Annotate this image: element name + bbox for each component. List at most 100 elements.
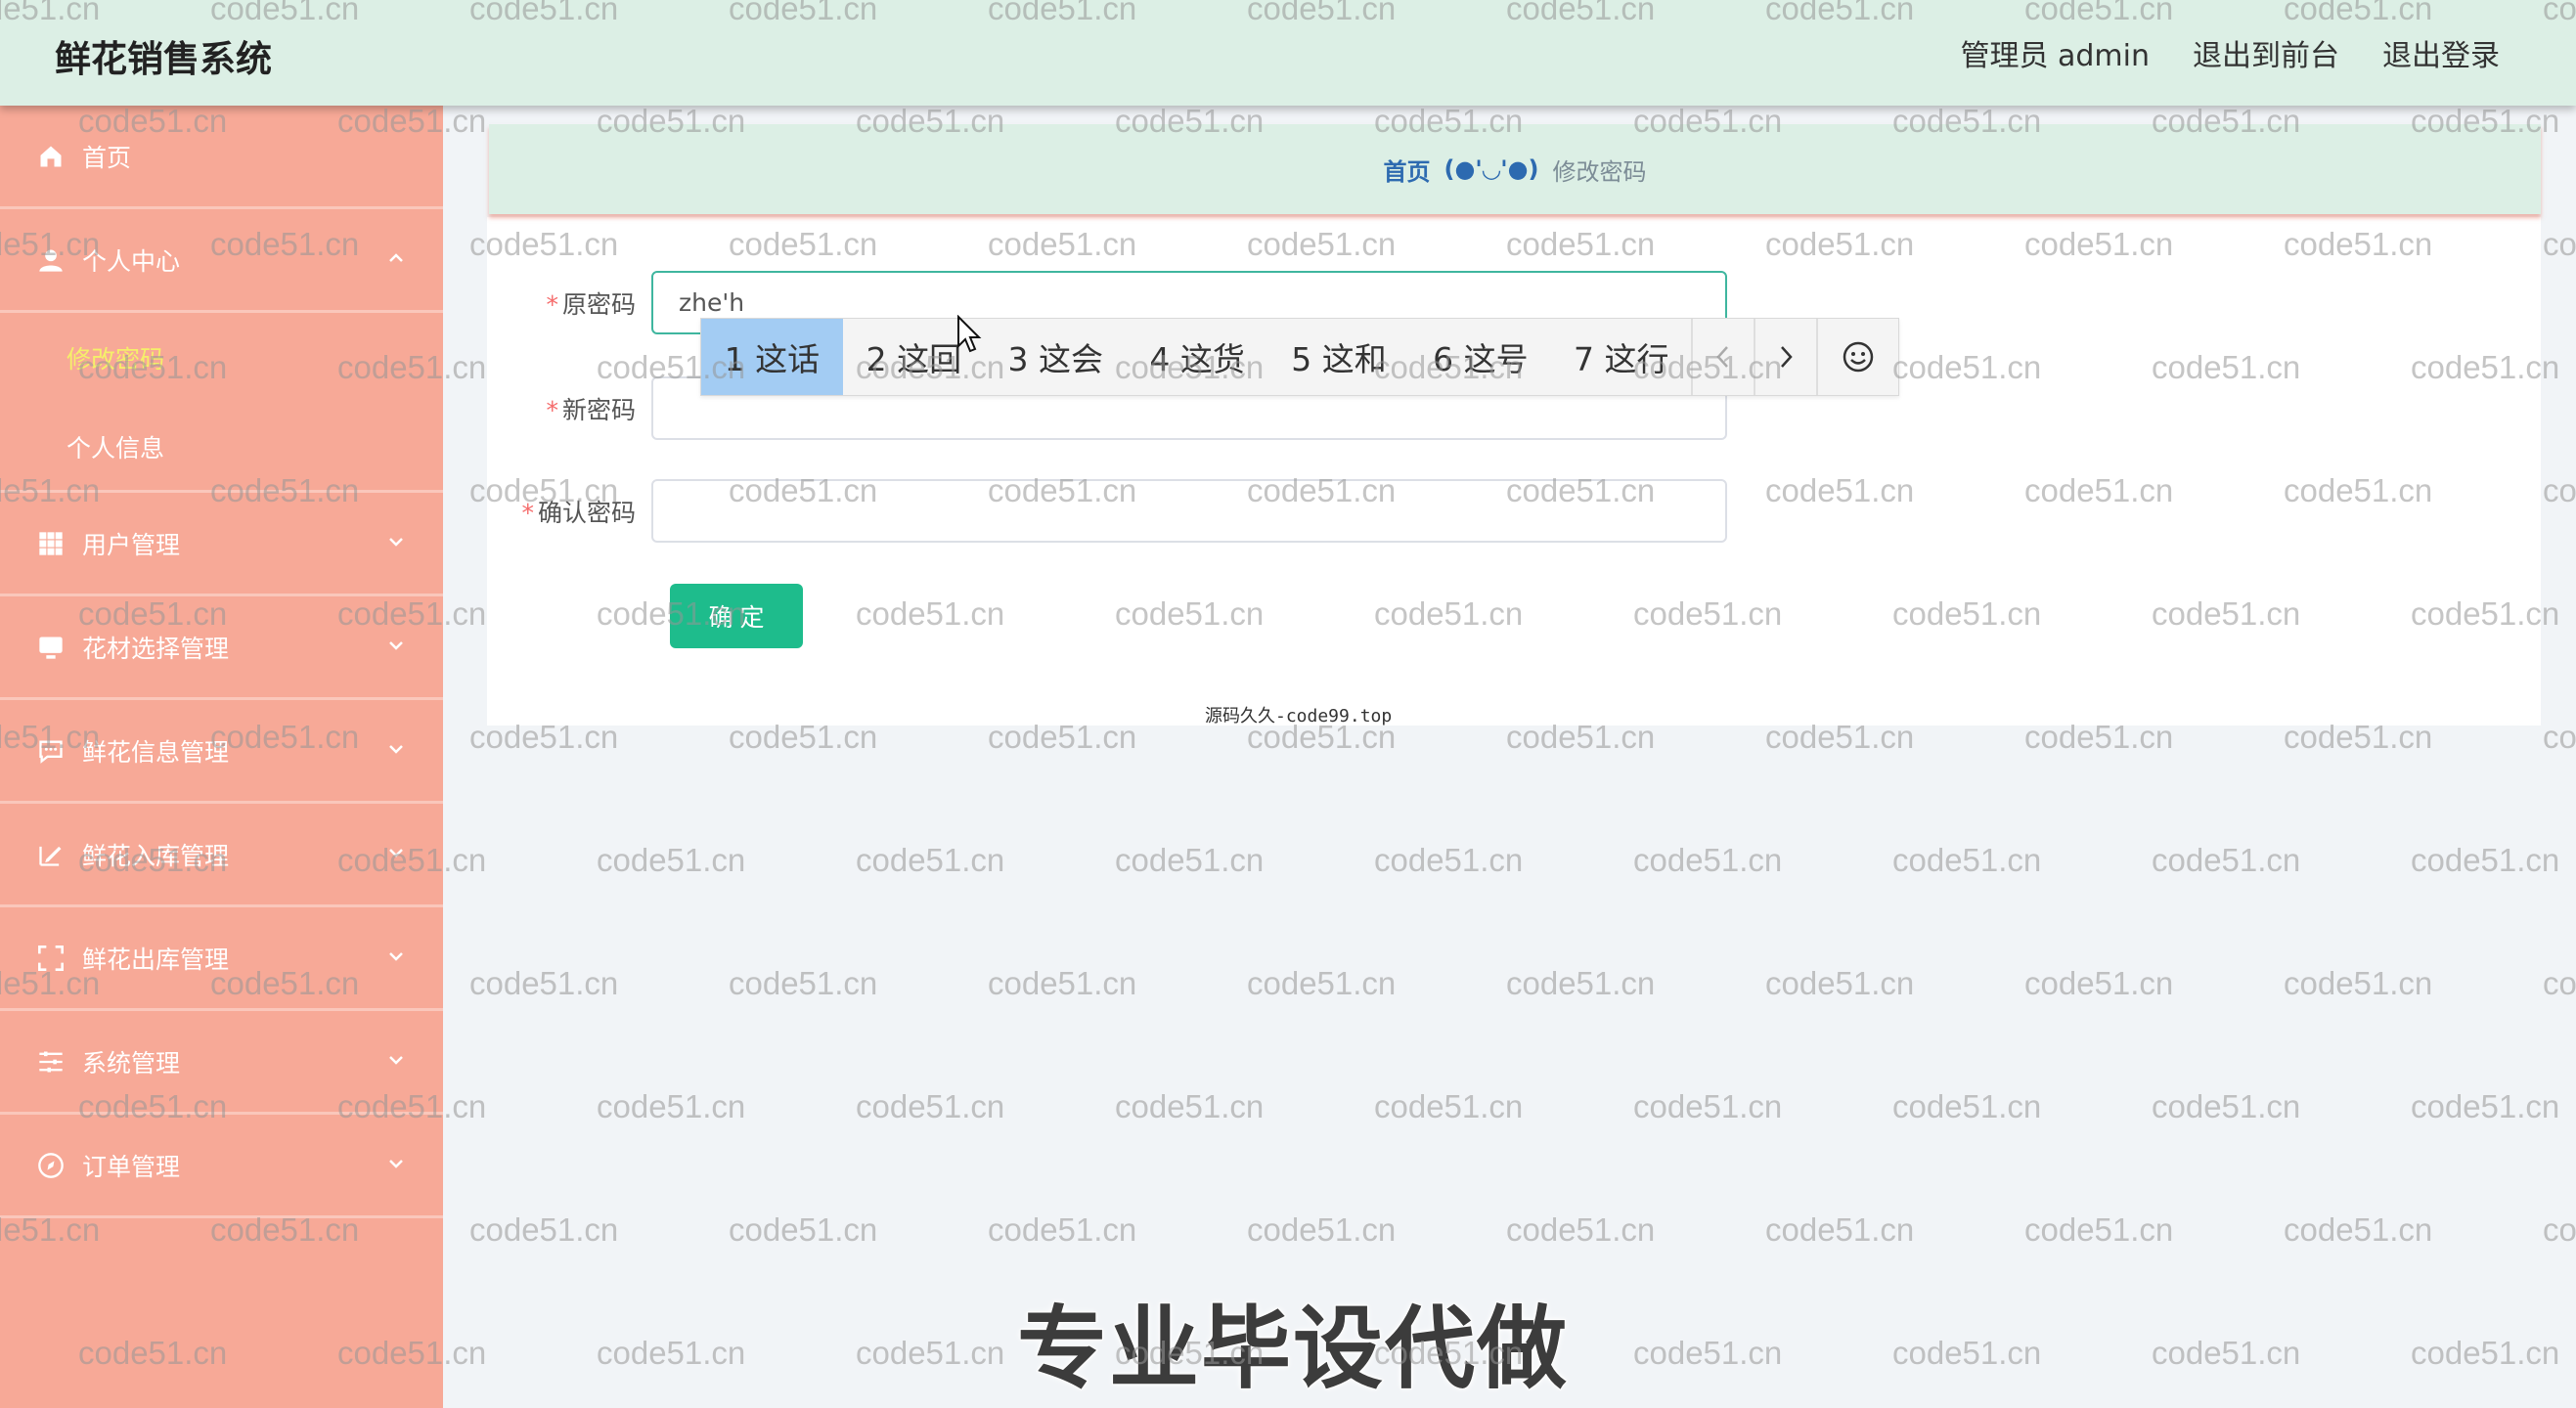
watermark-text: code51.cn bbox=[1115, 842, 1265, 878]
watermark-text: code51.cn bbox=[2411, 1335, 2560, 1371]
watermark-text: code51.cn bbox=[469, 1211, 619, 1248]
sidebar: 首页 个人中心 修改密码 个人信息 用户管理 花材选择管理 鲜花信息管理 鲜花入… bbox=[0, 106, 443, 1408]
watermark-text: code51.cn bbox=[729, 1211, 878, 1248]
exit-to-front-link[interactable]: 退出到前台 bbox=[2193, 31, 2339, 74]
ime-candidate[interactable]: 3 这会 bbox=[985, 319, 1127, 395]
admin-user-label: 管理员 admin bbox=[1960, 39, 2150, 73]
footer-note: 源码久久-code99.top bbox=[1205, 706, 1393, 726]
app-title: 鲜花销售系统 bbox=[55, 38, 272, 80]
watermark-text: code51.cn bbox=[1633, 1088, 1783, 1124]
watermark-text: code51.cn bbox=[2543, 472, 2576, 508]
watermark-text: code51.cn bbox=[469, 965, 619, 1001]
watermark-text: code51.cn bbox=[856, 1088, 1005, 1124]
watermark-text: code51.cn bbox=[2543, 965, 2576, 1001]
frame-icon bbox=[37, 945, 65, 972]
sidebar-item-label: 系统管理 bbox=[82, 1048, 181, 1078]
breadcrumb-separator: (●'◡'●) bbox=[1443, 155, 1539, 183]
watermark-text: code51.cn bbox=[2152, 842, 2301, 878]
mouse-pointer-icon bbox=[957, 315, 982, 353]
chat-icon bbox=[37, 737, 65, 765]
watermark-text: code51.cn bbox=[1633, 842, 1783, 878]
watermark-text: code51.cn bbox=[1374, 842, 1524, 878]
submenu-label: 修改密码 bbox=[67, 345, 165, 374]
sidebar-item-system-management[interactable]: 系统管理 bbox=[0, 1011, 443, 1115]
watermark-text: code51.cn bbox=[2411, 1088, 2560, 1124]
breadcrumb: 首页 (●'◡'●) 修改密码 bbox=[489, 124, 2541, 214]
edit-icon bbox=[37, 841, 65, 868]
watermark-text: code51.cn bbox=[1506, 965, 1656, 1001]
required-mark: * bbox=[546, 395, 558, 424]
sidebar-item-flower-stock-in[interactable]: 鲜花入库管理 bbox=[0, 804, 443, 907]
watermark-text: code51.cn bbox=[856, 1335, 1005, 1371]
new-password-label-text: 新密码 bbox=[561, 395, 636, 424]
change-password-form: *原密码 *新密码 *确认密码 确 定 bbox=[487, 217, 2541, 726]
top-header: 鲜花销售系统 管理员 admin 退出到前台 退出登录 bbox=[0, 0, 2576, 106]
home-icon bbox=[37, 143, 65, 170]
sidebar-item-flower-material[interactable]: 花材选择管理 bbox=[0, 596, 443, 700]
sidebar-item-label: 首页 bbox=[82, 143, 132, 172]
old-password-label: * 原密码 bbox=[487, 286, 651, 321]
confirm-password-row: * 确认密码 bbox=[487, 479, 1727, 543]
chevron-down-icon bbox=[389, 641, 403, 650]
watermark-text: code51.cn bbox=[597, 842, 746, 878]
user-icon bbox=[37, 246, 65, 274]
sidebar-item-label: 花材选择管理 bbox=[82, 634, 230, 663]
ime-candidate[interactable]: 7 这行 bbox=[1551, 319, 1691, 395]
watermark-text: code51.cn bbox=[988, 965, 1137, 1001]
monitor-icon bbox=[37, 634, 65, 661]
ime-candidate[interactable]: 5 这和 bbox=[1268, 319, 1410, 395]
watermark-text: code51.cn bbox=[1633, 1335, 1783, 1371]
sidebar-item-label: 个人中心 bbox=[82, 246, 181, 276]
ime-candidate[interactable]: 6 这号 bbox=[1409, 319, 1551, 395]
watermark-text: code51.cn bbox=[1247, 1211, 1397, 1248]
watermark-text: code51.cn bbox=[2152, 1335, 2301, 1371]
confirm-password-label-text: 确认密码 bbox=[537, 498, 636, 527]
sidebar-item-flower-stock-out[interactable]: 鲜花出库管理 bbox=[0, 907, 443, 1011]
ime-candidate[interactable]: 4 这货 bbox=[1127, 319, 1268, 395]
sidebar-item-label: 订单管理 bbox=[82, 1152, 181, 1181]
watermark-text: code51.cn bbox=[597, 1335, 746, 1371]
new-password-label: * 新密码 bbox=[487, 391, 651, 426]
chevron-down-icon bbox=[389, 1056, 403, 1065]
watermark-text: code51.cn bbox=[1765, 1211, 1915, 1248]
grid-icon bbox=[37, 530, 65, 557]
confirm-password-label: * 确认密码 bbox=[487, 494, 651, 529]
watermark-text: code51.cn bbox=[1892, 1088, 2042, 1124]
watermark-text: code51.cn bbox=[1765, 965, 1915, 1001]
submenu-label: 个人信息 bbox=[67, 433, 165, 462]
required-mark: * bbox=[521, 498, 534, 527]
breadcrumb-home-link[interactable]: 首页 bbox=[1384, 153, 1431, 187]
sidebar-item-flower-info[interactable]: 鲜花信息管理 bbox=[0, 700, 443, 804]
sidebar-item-label: 鲜花信息管理 bbox=[82, 737, 230, 767]
submenu-change-password[interactable]: 修改密码 bbox=[0, 313, 443, 403]
chevron-down-icon bbox=[389, 952, 403, 961]
ime-candidate[interactable]: 1 这话 bbox=[701, 319, 843, 395]
watermark-text: code51.cn bbox=[1892, 1335, 2042, 1371]
sidebar-item-order-management[interactable]: 订单管理 bbox=[0, 1115, 443, 1218]
breadcrumb-current: 修改密码 bbox=[1552, 157, 1647, 186]
watermark-text: code51.cn bbox=[1374, 1088, 1524, 1124]
chevron-left-icon[interactable] bbox=[1691, 319, 1754, 395]
watermark-text: code51.cn bbox=[1892, 842, 2042, 878]
submenu-personal-info[interactable]: 个人信息 bbox=[0, 403, 443, 493]
sidebar-item-personal-center[interactable]: 个人中心 bbox=[0, 209, 443, 313]
watermark-text: code51.cn bbox=[729, 965, 878, 1001]
submit-button[interactable]: 确 定 bbox=[670, 584, 803, 648]
watermark-text: code51.cn bbox=[2284, 1211, 2433, 1248]
sidebar-item-label: 鲜花出库管理 bbox=[82, 945, 230, 974]
confirm-password-input[interactable] bbox=[651, 479, 1727, 543]
sidebar-item-home[interactable]: 首页 bbox=[0, 106, 443, 209]
smiley-icon[interactable] bbox=[1816, 319, 1898, 395]
watermark-text: code51.cn bbox=[2284, 965, 2433, 1001]
logout-link[interactable]: 退出登录 bbox=[2382, 31, 2500, 74]
watermark-text: code51.cn bbox=[2024, 965, 2174, 1001]
watermark-text: code51.cn bbox=[2543, 226, 2576, 262]
watermark-text: code51.cn bbox=[597, 1088, 746, 1124]
sidebar-item-user-management[interactable]: 用户管理 bbox=[0, 493, 443, 596]
sidebar-item-label: 鲜花入库管理 bbox=[82, 841, 230, 870]
watermark-text: code51.cn bbox=[2543, 1211, 2576, 1248]
chevron-right-icon[interactable] bbox=[1754, 319, 1816, 395]
old-password-label-text: 原密码 bbox=[561, 289, 636, 319]
compass-icon bbox=[37, 1152, 65, 1179]
watermark-text: code51.cn bbox=[1115, 1088, 1265, 1124]
